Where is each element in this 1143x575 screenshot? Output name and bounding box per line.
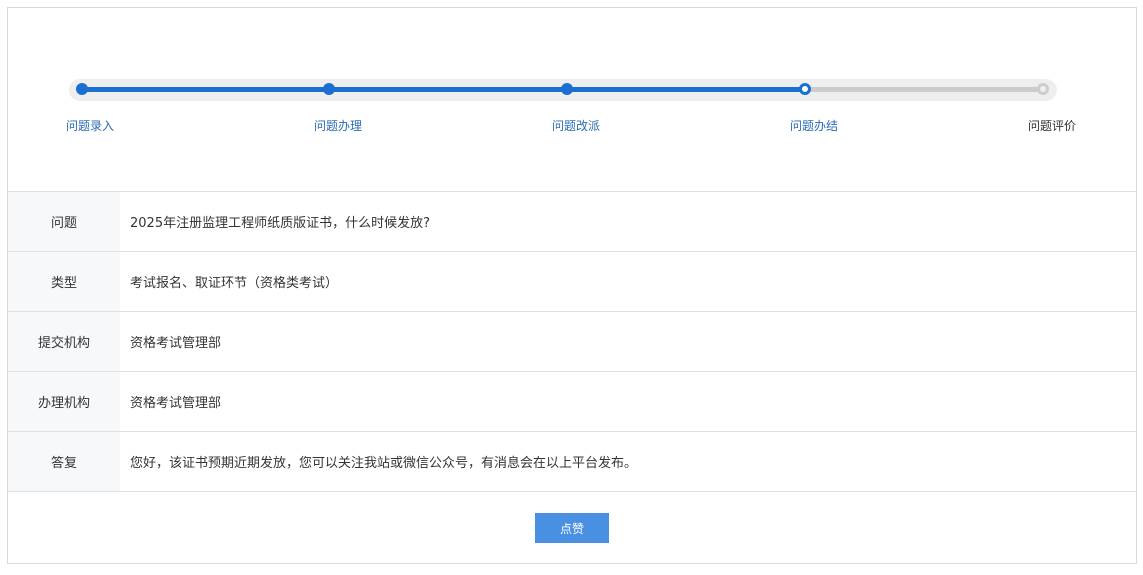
info-label: 办理机构 [8, 372, 120, 431]
info-row-type: 类型 考试报名、取证环节（资格类考试） [8, 252, 1136, 312]
progress-tracker: 问题录入 问题办理 问题改派 问题办结 问题评价 [8, 8, 1136, 192]
step-dot-evaluation [1037, 83, 1049, 95]
info-label: 提交机构 [8, 312, 120, 371]
actions-footer: 点赞 [8, 492, 1136, 564]
step-label-processing: 问题办理 [313, 119, 363, 133]
progress-fill [82, 87, 805, 92]
step-label-completed: 问题办结 [789, 119, 839, 133]
step-dot-entry [76, 83, 88, 95]
info-value: 资格考试管理部 [130, 396, 222, 411]
info-row-submitter: 提交机构 资格考试管理部 [8, 312, 1136, 372]
info-row-handler: 办理机构 资格考试管理部 [8, 372, 1136, 432]
step-label-reassign: 问题改派 [551, 119, 601, 133]
info-value: 2025年注册监理工程师纸质版证书，什么时候发放? [130, 216, 430, 231]
step-label-entry: 问题录入 [65, 119, 115, 133]
step-dot-processing [323, 83, 335, 95]
info-label: 类型 [8, 252, 120, 311]
like-button[interactable]: 点赞 [535, 513, 609, 543]
info-row-reply: 答复 您好，该证书预期近期发放，您可以关注我站或微信公众号，有消息会在以上平台发… [8, 432, 1136, 492]
step-dot-completed [799, 83, 811, 95]
question-info-table: 问题 2025年注册监理工程师纸质版证书，什么时候发放? 类型 考试报名、取证环… [8, 192, 1136, 492]
info-label: 问题 [8, 192, 120, 251]
question-detail-panel: 问题录入 问题办理 问题改派 问题办结 问题评价 问题 2025年注册监理工程师… [7, 7, 1137, 564]
info-row-question: 问题 2025年注册监理工程师纸质版证书，什么时候发放? [8, 192, 1136, 252]
step-label-evaluation: 问题评价 [1027, 119, 1077, 133]
info-value: 考试报名、取证环节（资格类考试） [130, 276, 339, 291]
step-dot-reassign [561, 83, 573, 95]
info-label: 答复 [8, 432, 120, 491]
info-value: 您好，该证书预期近期发放，您可以关注我站或微信公众号，有消息会在以上平台发布。 [130, 456, 638, 471]
info-value: 资格考试管理部 [130, 336, 222, 351]
